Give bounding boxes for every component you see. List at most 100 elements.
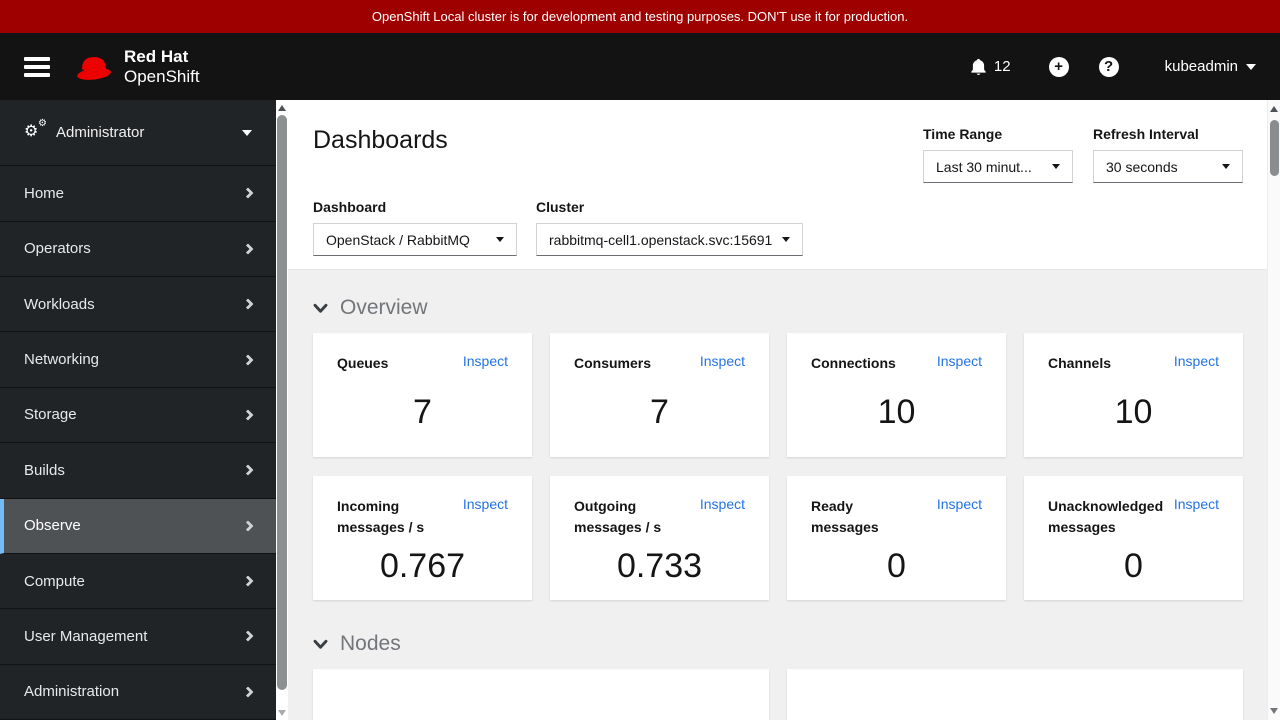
card-connections: Connections Inspect 10 — [787, 333, 1006, 457]
sidebar-item-operators[interactable]: Operators — [0, 222, 276, 277]
chevron-down-icon — [313, 303, 328, 314]
scrollbar-thumb[interactable] — [1270, 120, 1279, 176]
perspective-label: Administrator — [56, 124, 145, 142]
cogs-icon: ⚙ ⚙ — [24, 117, 47, 140]
banner-text: OpenShift Local cluster is for developme… — [371, 9, 909, 24]
caret-down-icon — [782, 237, 790, 242]
page-header: Dashboards Time Range Last 30 minut... R… — [288, 100, 1267, 270]
refresh-interval-select[interactable]: 30 seconds — [1093, 150, 1243, 183]
scroll-up-arrow-icon[interactable] — [278, 105, 286, 111]
card-value: 10 — [1114, 393, 1153, 431]
sidebar-scrollbar[interactable] — [276, 100, 288, 720]
overview-section-toggle[interactable]: Overview — [313, 296, 1243, 320]
chevron-right-icon — [242, 409, 254, 421]
sidebar-item-builds[interactable]: Builds — [0, 443, 276, 499]
card-value: 0.767 — [379, 546, 466, 585]
redhat-fedora-icon — [77, 56, 111, 80]
card-title: Channels — [1048, 355, 1112, 371]
card-channels: Channels Inspect 10 — [1024, 333, 1243, 457]
card-value: 0.733 — [616, 546, 703, 585]
time-range-label: Time Range — [923, 126, 1003, 142]
card-value: 0 — [887, 546, 906, 585]
card-title: Connections — [811, 355, 896, 371]
sidebar-item-storage[interactable]: Storage — [0, 388, 276, 444]
node-card — [313, 669, 769, 720]
sidebar-item-label: User Management — [24, 627, 148, 645]
inspect-link[interactable]: Inspect — [463, 496, 508, 512]
inspect-link[interactable]: Inspect — [937, 496, 982, 512]
sidebar-item-label: Administration — [24, 683, 120, 701]
dashboard-value: OpenStack / RabbitMQ — [326, 231, 470, 248]
nodes-section-toggle[interactable]: Nodes — [313, 632, 1243, 656]
sidebar-item-workloads[interactable]: Workloads — [0, 277, 276, 333]
masthead: Red Hat OpenShift 12 + ? kubeadmin — [0, 33, 1280, 100]
node-card — [787, 669, 1243, 720]
inspect-link[interactable]: Inspect — [937, 353, 982, 369]
refresh-interval-field: Refresh Interval 30 seconds — [1093, 126, 1243, 183]
nav-toggle-button[interactable] — [24, 56, 50, 77]
caret-down-icon — [1246, 63, 1256, 70]
card-value: 10 — [877, 393, 916, 431]
card-value: 7 — [650, 393, 669, 431]
cluster-label: Cluster — [536, 199, 585, 215]
add-button[interactable]: + — [1048, 56, 1069, 77]
sidebar-item-compute[interactable]: Compute — [0, 554, 276, 610]
chevron-right-icon — [242, 353, 254, 366]
nodes-card-grid — [313, 669, 1243, 720]
inspect-link[interactable]: Inspect — [1174, 496, 1219, 512]
caret-down-icon — [496, 237, 504, 242]
help-button[interactable]: ? — [1098, 56, 1119, 77]
time-range-value: Last 30 minut... — [936, 158, 1032, 175]
caret-down-icon — [242, 129, 252, 136]
brand-line2: OpenShift — [124, 66, 200, 86]
scroll-down-arrow-icon[interactable] — [278, 710, 286, 716]
inspect-link[interactable]: Inspect — [700, 353, 745, 369]
chevron-right-icon — [242, 575, 254, 587]
user-menu[interactable]: kubeadmin — [1165, 58, 1256, 75]
dashboard-body: Overview Queues Inspect 7 Consumers Insp… — [288, 270, 1267, 720]
sidebar-item-networking[interactable]: Networking — [0, 332, 276, 388]
section-title: Overview — [340, 296, 428, 319]
sidebar-item-label: Home — [24, 184, 65, 202]
card-title: Outgoing messages / s — [574, 498, 662, 535]
sidebar-item-home[interactable]: Home — [0, 166, 276, 222]
time-range-field: Time Range Last 30 minut... — [923, 126, 1073, 183]
inspect-link[interactable]: Inspect — [1174, 353, 1219, 369]
inspect-link[interactable]: Inspect — [463, 353, 508, 369]
sidebar-item-user-management[interactable]: User Management — [0, 609, 276, 665]
brand-logo[interactable]: Red Hat OpenShift — [74, 47, 200, 86]
chevron-right-icon — [242, 243, 254, 255]
inspect-link[interactable]: Inspect — [700, 496, 745, 512]
main-scrollbar[interactable] — [1267, 100, 1280, 720]
perspective-switcher[interactable]: ⚙ ⚙ Administrator — [0, 100, 276, 167]
time-range-select[interactable]: Last 30 minut... — [923, 150, 1073, 183]
refresh-interval-value: 30 seconds — [1106, 158, 1178, 175]
cluster-select[interactable]: rabbitmq-cell1.openstack.svc:15691 — [536, 223, 803, 256]
sidebar-item-label: Operators — [24, 240, 91, 258]
card-title: Incoming messages / s — [337, 498, 425, 535]
card-title: Ready messages — [811, 498, 879, 535]
sidebar-item-label: Storage — [24, 406, 77, 424]
chevron-right-icon — [242, 630, 254, 643]
sidebar-item-label: Workloads — [24, 295, 95, 313]
section-title: Nodes — [340, 632, 401, 655]
scrollbar-thumb[interactable] — [277, 115, 287, 690]
notifications-button[interactable]: 12 — [970, 58, 1011, 76]
sidebar-item-administration[interactable]: Administration — [0, 665, 276, 720]
sidebar-item-observe[interactable]: Observe — [0, 498, 276, 554]
dashboard-select[interactable]: OpenStack / RabbitMQ — [313, 223, 517, 256]
card-title: Queues — [337, 355, 389, 371]
chevron-right-icon — [242, 298, 254, 310]
plus-circle-icon: + — [1048, 56, 1069, 77]
scroll-down-arrow-icon[interactable] — [1270, 708, 1278, 714]
cluster-value: rabbitmq-cell1.openstack.svc:15691 — [549, 231, 773, 248]
card-ready-messages: Ready messages Inspect 0 — [787, 476, 1006, 600]
sidebar-item-label: Networking — [24, 351, 100, 369]
chevron-right-icon — [242, 686, 254, 698]
card-value: 7 — [413, 393, 432, 431]
scroll-up-arrow-icon[interactable] — [1270, 106, 1278, 112]
brand-text: Red Hat OpenShift — [124, 47, 200, 86]
dashboard-field: Dashboard OpenStack / RabbitMQ — [313, 199, 517, 256]
chevron-right-icon — [242, 464, 254, 476]
card-incoming-messages: Incoming messages / s Inspect 0.767 — [313, 476, 532, 600]
